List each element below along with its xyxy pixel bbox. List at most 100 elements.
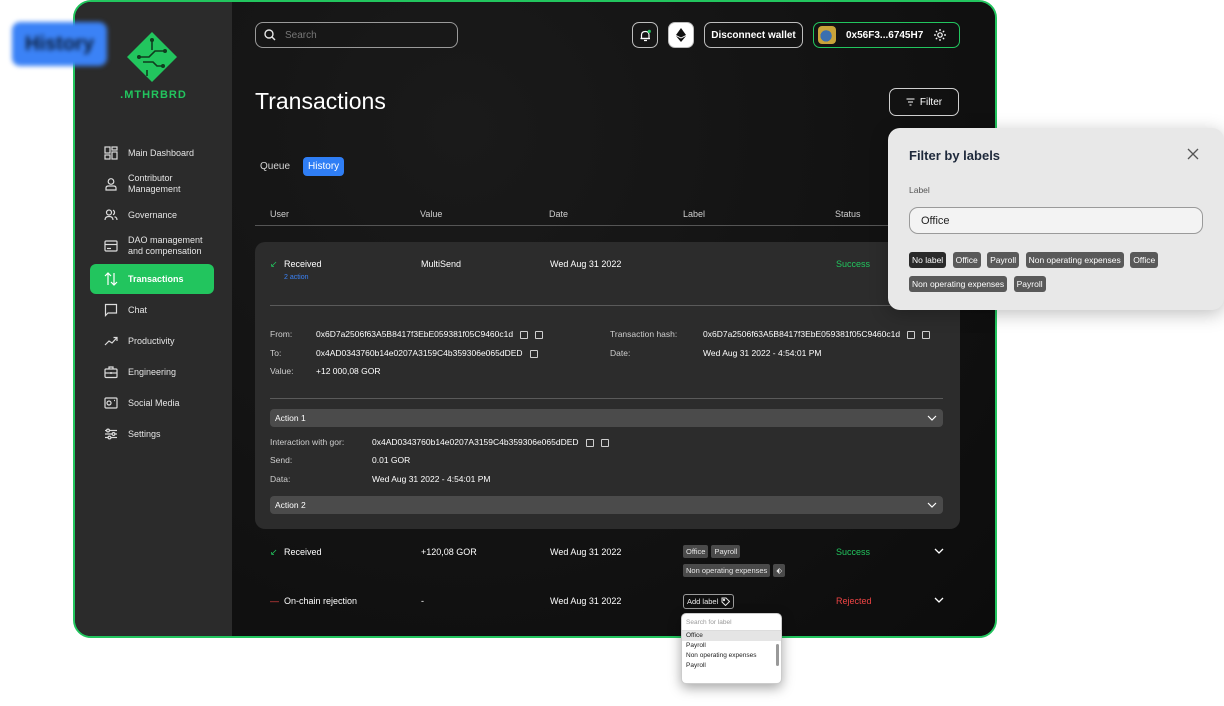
sidebar-item-dao-management[interactable]: DAO management and compensation [90, 231, 214, 261]
chevron-down-icon[interactable] [934, 548, 944, 554]
tab-queue[interactable]: Queue [255, 157, 295, 176]
wallet-address: 0x56F3...6745H7 [846, 29, 924, 41]
sidebar-item-label: Contributor Management [128, 173, 181, 194]
action-1-accordion[interactable]: Action 1 [270, 409, 943, 427]
row-date: Wed Aug 31 2022 [550, 596, 622, 606]
filter-chip[interactable]: Office [952, 252, 981, 268]
divider [270, 398, 943, 399]
tab-history[interactable]: History [303, 157, 345, 176]
sidebar-item-main-dashboard[interactable]: Main Dashboard [90, 138, 214, 168]
page-title: Transactions [255, 88, 386, 114]
sidebar-item-transactions[interactable]: Transactions [90, 264, 214, 294]
disconnect-wallet-button[interactable]: Disconnect wallet [704, 22, 803, 48]
accordion-title: Action 2 [275, 500, 306, 510]
gear-icon[interactable] [933, 28, 947, 42]
filter-field-label: Label [909, 185, 930, 195]
label-chip[interactable]: Payroll [711, 545, 741, 558]
chat-icon [104, 303, 118, 317]
filter-chip[interactable]: Non operating expenses [1025, 252, 1124, 268]
sidebar-item-contributor-management[interactable]: Contributor Management [90, 169, 214, 199]
send-amount: 0.01 GOR [372, 455, 410, 465]
interaction-address: 0x4AD0343760b14e0207A3159C4b359306e065dD… [372, 437, 609, 447]
network-button[interactable] [668, 22, 694, 48]
notifications-button[interactable] [632, 22, 658, 48]
external-link-icon[interactable] [600, 438, 609, 447]
send-label: Send: [270, 455, 293, 465]
sidebar-item-chat[interactable]: Chat [90, 295, 214, 325]
wallet-chip[interactable]: 0x56F3...6745H7 [813, 22, 960, 48]
bell-icon [640, 29, 651, 41]
dropdown-option[interactable]: Office [682, 631, 781, 641]
filter-chip[interactable]: Office [1130, 252, 1159, 268]
dropdown-option[interactable]: Payroll [682, 661, 781, 671]
header-divider [255, 225, 895, 226]
sidebar-item-productivity[interactable]: Productivity [90, 326, 214, 356]
label-filter-input[interactable]: Office [909, 207, 1203, 234]
row-user: Received [284, 547, 322, 557]
interaction-label: Interaction with gor: [270, 437, 345, 447]
search-input[interactable] [285, 29, 435, 41]
received-arrow-icon: ↙ [270, 259, 278, 269]
sidebar-item-settings[interactable]: Settings [90, 419, 214, 449]
card-icon [104, 240, 118, 252]
stage: History .MTHRBRD Main Dashboard Contribu… [0, 0, 1224, 706]
divider [270, 305, 943, 306]
close-icon[interactable] [1186, 147, 1200, 161]
scrollbar[interactable] [776, 644, 779, 666]
tag-icon[interactable]: ⬖ [773, 564, 786, 577]
brand-logo-icon [127, 32, 177, 82]
add-label-button[interactable]: Add label [683, 594, 735, 609]
sidebar-item-label: Governance [128, 209, 178, 220]
sidebar-item-engineering[interactable]: Engineering [90, 357, 214, 387]
column-label: Label [683, 209, 706, 219]
tx-datetime: Wed Aug 31 2022 - 4:54:01 PM [703, 348, 821, 358]
action-2-accordion[interactable]: Action 2 [270, 496, 943, 514]
filter-chip[interactable]: Payroll [987, 252, 1020, 268]
dropdown-option[interactable]: Payroll [682, 641, 781, 651]
status-badge: Rejected [836, 596, 872, 606]
add-label-text: Add label [687, 597, 719, 606]
filter-button[interactable]: Filter [889, 88, 959, 116]
row-value: +120,08 GOR [421, 547, 477, 557]
data-label: Data: [270, 474, 291, 484]
received-arrow-icon: ↙ [270, 547, 278, 557]
search-bar[interactable] [255, 22, 458, 48]
avatar [818, 26, 836, 44]
sidebar-item-governance[interactable]: Governance [90, 200, 214, 230]
label-search-input[interactable]: Search for label [682, 614, 781, 631]
sidebar-item-label: Main Dashboard [128, 147, 195, 158]
label-chip[interactable]: Office [683, 545, 709, 558]
sidebar: .MTHRBRD Main Dashboard Contributor Mana… [75, 2, 232, 636]
copy-icon[interactable] [907, 330, 916, 339]
row-user: Received [284, 259, 322, 269]
row-date: Wed Aug 31 2022 [550, 259, 622, 269]
row-value: - [421, 596, 424, 606]
sidebar-nav: Main Dashboard Contributor Management Go… [90, 138, 214, 449]
filter-chip[interactable]: Payroll [1013, 276, 1046, 292]
copy-icon[interactable] [520, 330, 529, 339]
filter-chip[interactable]: Non operating expenses [909, 276, 1008, 292]
dropdown-option[interactable]: Non operating expenses [682, 651, 781, 661]
row-labels: Office Payroll [683, 545, 743, 558]
external-link-icon[interactable] [922, 330, 931, 339]
amount-text: +12 000,08 GOR [316, 366, 381, 376]
sidebar-item-label: Social Media [128, 397, 180, 408]
accordion-title: Action 1 [275, 413, 306, 423]
people-icon [104, 209, 118, 221]
hash-label: Transaction hash: [610, 329, 678, 339]
external-link-icon[interactable] [535, 330, 544, 339]
filter-chip[interactable]: No label [909, 252, 947, 268]
label-dropdown[interactable]: Search for label Office Payroll Non oper… [681, 613, 782, 684]
datetime-value: Wed Aug 31 2022 - 4:54:01 PM [703, 348, 822, 358]
sliders-icon [105, 428, 117, 440]
expanded-transaction-card[interactable]: ↙ Received 2 action MultiSend Wed Aug 31… [255, 242, 960, 529]
chevron-down-icon[interactable] [934, 597, 944, 603]
copy-icon[interactable] [585, 438, 594, 447]
label-chip[interactable]: Non operating expenses [683, 564, 771, 577]
sidebar-item-social-media[interactable]: Social Media [90, 388, 214, 418]
data-value: Wed Aug 31 2022 - 4:54:01 PM [372, 474, 491, 484]
sidebar-item-label: Productivity [128, 335, 175, 346]
value-label: Value: [270, 366, 294, 376]
row-user: On-chain rejection [284, 596, 358, 606]
copy-icon[interactable] [529, 349, 538, 358]
